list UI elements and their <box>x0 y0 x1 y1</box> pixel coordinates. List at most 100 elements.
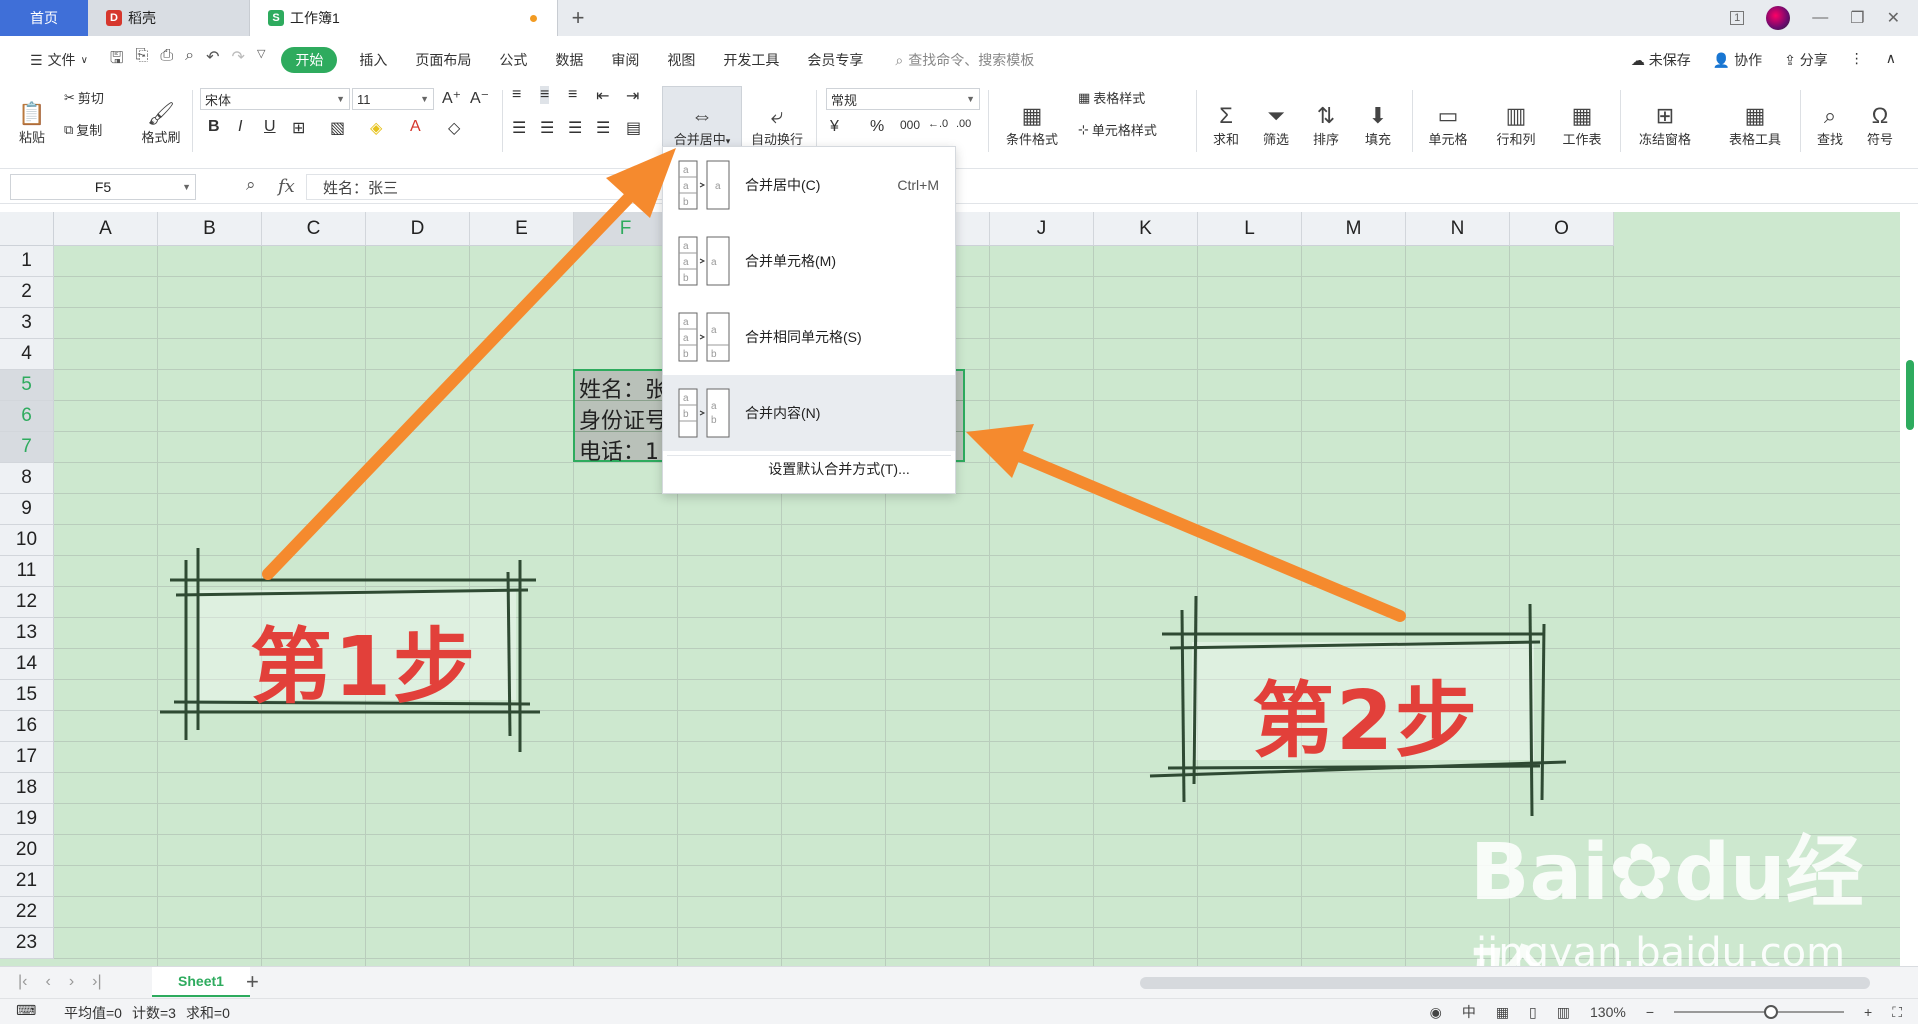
normal-view-icon[interactable]: ▦ <box>1496 1004 1509 1021</box>
new-tab-button[interactable]: + <box>558 0 598 36</box>
zoom-slider[interactable] <box>1674 1005 1844 1019</box>
align-top-icon[interactable]: ≡ <box>512 86 521 104</box>
sum-button[interactable]: Σ 求和 <box>1204 86 1248 148</box>
tab-member[interactable]: 会员专享 <box>793 50 877 70</box>
collaborate-button[interactable]: 👤 协作 <box>1713 50 1762 70</box>
grow-font-icon[interactable]: A⁺ <box>442 88 461 108</box>
row-header-15[interactable]: 15 <box>0 680 54 711</box>
column-header-n[interactable]: N <box>1406 212 1510 246</box>
row-header-14[interactable]: 14 <box>0 649 54 680</box>
row-header-5[interactable]: 5 <box>0 370 54 401</box>
column-header-e[interactable]: E <box>470 212 574 246</box>
freeze-panes-button[interactable]: ⊞ 冻结窗格 <box>1628 86 1702 148</box>
undo-icon[interactable]: ↶ <box>206 47 219 74</box>
column-header-j[interactable]: J <box>990 212 1094 246</box>
cell-f5[interactable]: 姓名：张 <box>579 372 667 404</box>
print-icon[interactable]: ⎙ <box>160 47 173 74</box>
unsaved-button[interactable]: ☁ 未保存 <box>1631 50 1691 70</box>
row-header-19[interactable]: 19 <box>0 804 54 835</box>
file-menu[interactable]: ☰ 文件 ∨ <box>16 50 102 70</box>
column-header-m[interactable]: M <box>1302 212 1406 246</box>
row-header-21[interactable]: 21 <box>0 866 54 897</box>
cell-button[interactable]: ▭ 单元格 <box>1420 86 1476 148</box>
row-header-2[interactable]: 2 <box>0 277 54 308</box>
tab-home[interactable]: 首页 <box>0 0 88 36</box>
fill-button[interactable]: ⬇ 填充 <box>1356 86 1400 148</box>
align-middle-icon[interactable]: ≡ <box>540 86 550 104</box>
tab-developer[interactable]: 开发工具 <box>709 50 793 70</box>
tab-formula[interactable]: 公式 <box>485 50 541 70</box>
formula-input[interactable]: 姓名：张三 <box>306 174 666 200</box>
filter-button[interactable]: ⏷ 筛选 <box>1254 86 1298 148</box>
wrap-text-button[interactable]: ⤶ 自动换行 <box>744 86 810 148</box>
indent-decrease-icon[interactable]: ⇤ <box>596 86 609 106</box>
more-icon[interactable]: ⋮ <box>1850 50 1864 70</box>
menu-item-merge-content[interactable]: ab ab 合并内容(N) <box>663 375 955 451</box>
tab-start[interactable]: 开始 <box>281 47 338 73</box>
cell-shading-icon[interactable]: ▧ <box>330 118 345 138</box>
menu-item-merge-cells[interactable]: aab a 合并单元格(M) <box>663 223 955 299</box>
paste-button[interactable]: 📋 粘贴 <box>12 86 52 146</box>
merge-center-button[interactable]: ⇔ 合并居中▾ <box>662 86 742 148</box>
symbol-button[interactable]: Ω 符号 <box>1858 86 1902 148</box>
minimize-button[interactable]: — <box>1812 9 1828 27</box>
eye-protect-icon[interactable]: ◉ <box>1430 1004 1442 1021</box>
first-sheet-icon[interactable]: |‹ <box>18 973 27 991</box>
bold-icon[interactable]: B <box>208 118 220 136</box>
cut-button[interactable]: ✂ 剪切 <box>64 88 104 107</box>
cell-f7[interactable]: 电话：1 <box>579 434 659 466</box>
redo-icon[interactable]: ↷ <box>232 47 245 74</box>
column-header-a[interactable]: A <box>54 212 158 246</box>
clear-format-icon[interactable]: ◇ <box>448 118 460 138</box>
zoom-slider-knob[interactable] <box>1764 1005 1778 1019</box>
table-style-button[interactable]: ▦ 表格样式 <box>1078 88 1145 107</box>
vertical-scrollbar-thumb[interactable] <box>1906 360 1914 430</box>
horizontal-scrollbar[interactable] <box>1140 977 1870 989</box>
row-header-11[interactable]: 11 <box>0 556 54 587</box>
menu-item-merge-center[interactable]: aab a 合并居中(C) Ctrl+M <box>663 147 955 223</box>
page-view-icon[interactable]: ▯ <box>1529 1004 1537 1021</box>
column-header-l[interactable]: L <box>1198 212 1302 246</box>
share-button[interactable]: ⇪ 分享 <box>1784 50 1828 70</box>
format-painter-button[interactable]: 🖌 格式刷 <box>136 86 186 146</box>
prev-sheet-icon[interactable]: ‹ <box>45 973 50 991</box>
print-preview-icon[interactable]: ⌕ <box>185 47 194 74</box>
row-header-23[interactable]: 23 <box>0 928 54 959</box>
command-search[interactable]: ⌕ 查找命令、搜索模板 <box>877 50 1048 70</box>
cell-f6[interactable]: 身份证号 <box>579 403 667 435</box>
close-button[interactable]: ✕ <box>1887 8 1900 28</box>
thousands-icon[interactable]: 000 <box>900 118 920 132</box>
page-break-icon[interactable]: ▥ <box>1557 1004 1570 1021</box>
tab-view[interactable]: 视图 <box>653 50 709 70</box>
table-tools-button[interactable]: ▦ 表格工具 <box>1718 86 1792 148</box>
row-header-3[interactable]: 3 <box>0 308 54 339</box>
collapse-ribbon-icon[interactable]: ∧ <box>1886 50 1896 70</box>
fullscreen-icon[interactable]: ⛶ <box>1892 1004 1902 1021</box>
row-header-16[interactable]: 16 <box>0 711 54 742</box>
macro-icon[interactable]: ⌨ <box>16 1002 36 1019</box>
row-header-6[interactable]: 6 <box>0 401 54 432</box>
align-left-icon[interactable]: ☰ <box>512 118 526 138</box>
decrease-decimal-icon[interactable]: .00 <box>956 118 971 130</box>
column-header-c[interactable]: C <box>262 212 366 246</box>
row-header-1[interactable]: 1 <box>0 246 54 277</box>
row-header-20[interactable]: 20 <box>0 835 54 866</box>
next-sheet-icon[interactable]: › <box>69 973 74 991</box>
add-sheet-button[interactable]: + <box>246 969 259 995</box>
tab-data[interactable]: 数据 <box>541 50 597 70</box>
worksheet-button[interactable]: ▦ 工作表 <box>1552 86 1612 148</box>
sheet-tab[interactable]: Sheet1 <box>152 967 250 997</box>
row-header-4[interactable]: 4 <box>0 339 54 370</box>
zoom-out-icon[interactable]: − <box>1646 1004 1654 1020</box>
row-header-9[interactable]: 9 <box>0 494 54 525</box>
align-right-icon[interactable]: ☰ <box>568 118 582 138</box>
row-header-7[interactable]: 7 <box>0 432 54 463</box>
menu-item-merge-same-cells[interactable]: aab ab 合并相同单元格(S) <box>663 299 955 375</box>
underline-icon[interactable]: U <box>264 118 276 136</box>
row-col-button[interactable]: ▥ 行和列 <box>1486 86 1546 148</box>
fx-icon[interactable]: fx <box>278 176 295 197</box>
tab-page-layout[interactable]: 页面布局 <box>401 50 485 70</box>
zoom-formula-icon[interactable]: ⌕ <box>246 175 256 195</box>
font-size-select[interactable]: 11 ▼ <box>352 88 434 110</box>
tab-review[interactable]: 审阅 <box>597 50 653 70</box>
